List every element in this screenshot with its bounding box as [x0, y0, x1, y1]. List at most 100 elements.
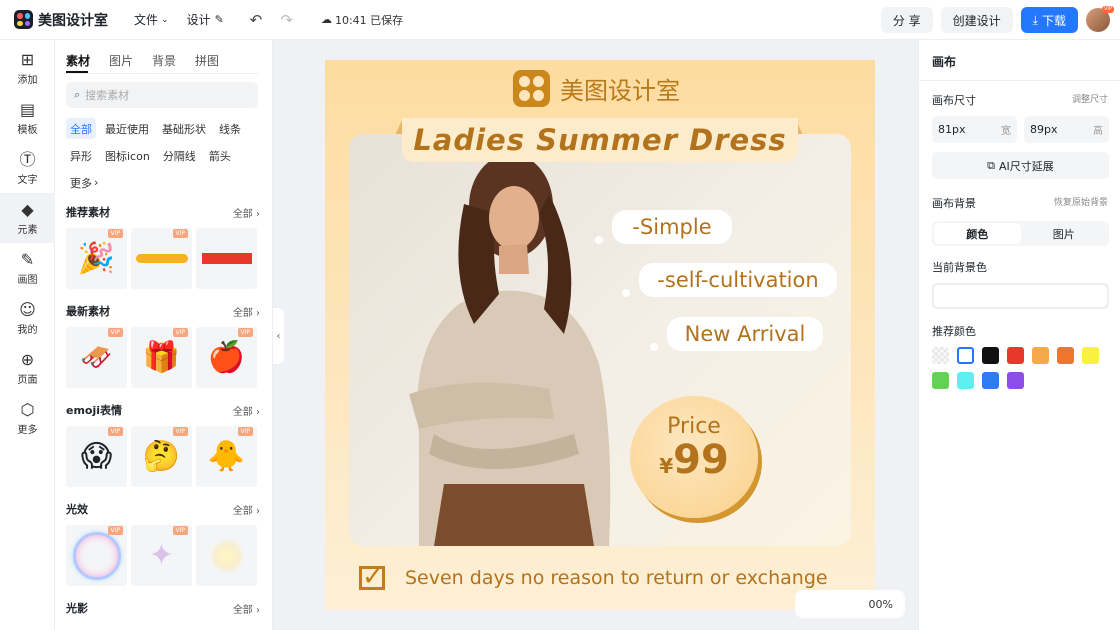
poster-brand-name: 美图设计室: [560, 77, 680, 105]
rail-item-more[interactable]: ⬡ 更多: [0, 393, 55, 443]
color-swatch[interactable]: [982, 347, 999, 364]
current-color-field[interactable]: [932, 283, 1109, 309]
thumb-party-popper[interactable]: 🎉 VIP: [66, 228, 127, 289]
thumb-snow-globe-gift[interactable]: 🎁 VIP: [131, 327, 192, 388]
bubble-self-cultivation[interactable]: -self-cultivation: [639, 263, 837, 297]
rail-item-mine[interactable]: ☺ 我的: [0, 293, 55, 343]
canvas-bg-label: 画布背景: [932, 197, 976, 210]
headline-ribbon[interactable]: Ladies Summer Dress: [402, 118, 798, 162]
rail-item-template[interactable]: ▤ 模板: [0, 93, 55, 143]
panel-title: 画布: [932, 55, 957, 69]
section-title: emoji表情: [66, 404, 123, 417]
seg-color[interactable]: 颜色: [934, 223, 1021, 244]
cloud-icon: ☁: [320, 13, 332, 26]
bubble-simple[interactable]: -Simple: [612, 210, 732, 244]
color-swatch[interactable]: [1057, 347, 1074, 364]
thumb-bubble[interactable]: VIP: [66, 525, 127, 586]
ai-extend-button[interactable]: ⧉ AI尺寸延展: [932, 152, 1109, 179]
see-all-link[interactable]: 全部 ›: [233, 205, 260, 220]
file-menu[interactable]: 文件 ⌄: [134, 11, 169, 28]
restore-bg-link[interactable]: 恢复原始背景: [1054, 195, 1108, 211]
thumb-apple[interactable]: 🍎 VIP: [196, 327, 257, 388]
left-rail: ⊞ 添加 ▤ 模板 Ⓣ 文字 ◆ 元素 ✎ 画图 ☺ 我的 ⊕ 页面 ⬡ 更多: [0, 40, 55, 630]
color-swatch[interactable]: [1007, 347, 1024, 364]
bubble-dot: [622, 289, 630, 297]
price-badge[interactable]: Price ¥99: [630, 396, 758, 518]
thumb-red-bar[interactable]: [196, 228, 257, 289]
chip-basic-shapes[interactable]: 基础形状: [158, 118, 210, 139]
chip-icons[interactable]: 图标icon: [101, 145, 154, 166]
shapes-icon: ◆: [21, 199, 34, 219]
width-field[interactable]: 81px 宽: [932, 116, 1017, 143]
rail-item-draw[interactable]: ✎ 画图: [0, 243, 55, 293]
avatar[interactable]: VIP: [1086, 6, 1114, 32]
chick-icon: 🐥: [207, 439, 246, 474]
tab-backgrounds[interactable]: 背景: [152, 52, 176, 73]
poster-footer[interactable]: ✓ Seven days no reason to return or exch…: [359, 564, 828, 590]
design-menu-label: 设计: [186, 13, 211, 27]
download-button[interactable]: ⤓ 下载: [1020, 7, 1078, 33]
see-all-label: 全部: [232, 208, 253, 220]
chip-more[interactable]: 更多 ›: [66, 172, 102, 193]
rail-item-page[interactable]: ⊕ 页面: [0, 343, 55, 393]
bubble-new-arrival[interactable]: New Arrival: [667, 317, 823, 351]
vip-badge: VIP: [172, 229, 188, 238]
section-emoji: emoji表情 全部 ›: [66, 400, 260, 420]
chip-all[interactable]: 全部: [66, 118, 96, 139]
rail-item-elements[interactable]: ◆ 元素: [0, 193, 55, 243]
adjust-size-link[interactable]: 调整尺寸: [1072, 92, 1108, 108]
seg-image[interactable]: 图片: [1021, 223, 1108, 244]
thumb-sparkle[interactable]: ✦ VIP: [131, 525, 192, 586]
transparent-swatch[interactable]: [932, 347, 949, 364]
chip-arrows[interactable]: 箭头: [205, 145, 235, 166]
search-placeholder: 搜索素材: [85, 89, 130, 102]
app-logo[interactable]: 美图设计室: [14, 10, 108, 30]
thumb-sleigh[interactable]: 🛷 VIP: [66, 327, 127, 388]
thumb-emoji-chick[interactable]: 🐥 VIP: [196, 426, 257, 487]
thumb-glow[interactable]: [196, 525, 257, 586]
vip-badge: VIP: [237, 427, 253, 436]
color-swatch[interactable]: [982, 372, 999, 389]
tab-images[interactable]: 图片: [109, 52, 133, 73]
color-swatch[interactable]: [1007, 372, 1024, 389]
price-number: 99: [673, 437, 729, 483]
apple-icon: 🍎: [207, 340, 246, 375]
color-swatch[interactable]: [932, 372, 949, 389]
see-all-link[interactable]: 全部 ›: [233, 304, 260, 319]
poster-canvas[interactable]: 美图设计室 Ladies Summer Dress -Simple -self-…: [325, 60, 875, 610]
tab-materials[interactable]: 素材: [66, 52, 90, 73]
see-all-link[interactable]: 全部 ›: [233, 403, 260, 418]
see-all-link[interactable]: 全部 ›: [233, 601, 260, 616]
color-swatch[interactable]: [957, 372, 974, 389]
redo-icon[interactable]: ↷: [280, 11, 293, 29]
rail-item-text[interactable]: Ⓣ 文字: [0, 143, 55, 193]
search-input[interactable]: ⌕ 搜索素材: [66, 82, 258, 108]
thumb-yellow-stroke[interactable]: VIP: [131, 228, 192, 289]
tab-collage[interactable]: 拼图: [195, 52, 219, 73]
rail-label: 元素: [17, 224, 38, 236]
layout-icon: ▤: [19, 99, 36, 119]
chip-irregular[interactable]: 异形: [66, 145, 96, 166]
see-all-label: 全部: [232, 307, 253, 319]
height-field[interactable]: 89px 高: [1024, 116, 1109, 143]
color-swatch[interactable]: [957, 347, 974, 364]
thumb-emoji-scream[interactable]: 😱 VIP: [66, 426, 127, 487]
color-swatch[interactable]: [1082, 347, 1099, 364]
zoom-control[interactable]: 00%: [795, 590, 905, 618]
design-menu[interactable]: 设计 ✎: [187, 11, 224, 28]
edit-icon: ✎: [214, 13, 224, 26]
color-swatch[interactable]: [1032, 347, 1049, 364]
create-design-button[interactable]: 创建设计: [940, 7, 1013, 33]
undo-icon[interactable]: ↶: [250, 11, 263, 29]
chip-dividers[interactable]: 分隔线: [159, 145, 200, 166]
chip-lines[interactable]: 线条: [215, 118, 245, 139]
see-all-link[interactable]: 全部 ›: [233, 502, 260, 517]
share-button[interactable]: 分 享: [880, 7, 933, 33]
bubble-dot: [595, 236, 603, 244]
thumb-emoji-thinking[interactable]: 🤔 VIP: [131, 426, 192, 487]
rail-item-add[interactable]: ⊞ 添加: [0, 43, 55, 93]
chip-recent[interactable]: 最近使用: [101, 118, 153, 139]
price-value: ¥99: [630, 439, 758, 487]
collapse-panel-button[interactable]: ‹: [273, 308, 284, 364]
section-title: 光影: [66, 602, 88, 615]
